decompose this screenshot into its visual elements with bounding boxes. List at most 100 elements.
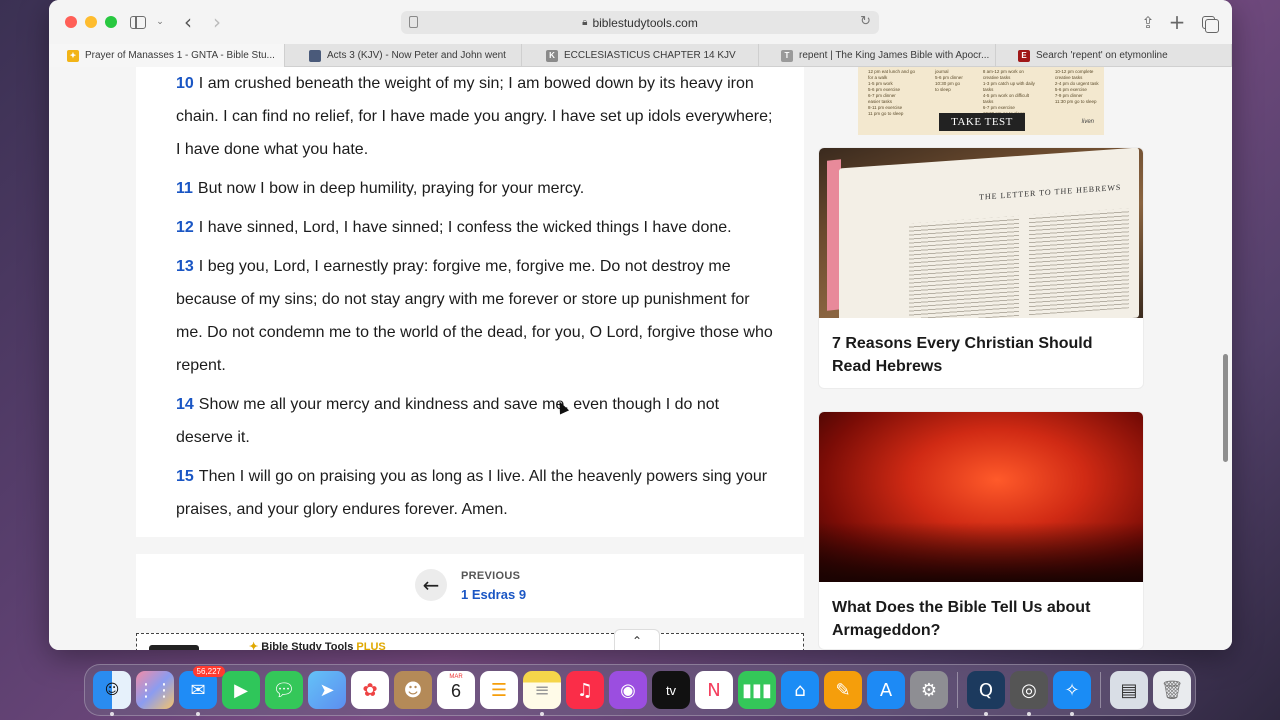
notes-icon[interactable]: ≡	[523, 671, 561, 716]
promo-brand: Bible Study Tools	[261, 641, 354, 650]
dock: ☺ ⋮⋮ ✉ 56,227 ▶ 💬︎ ➤ ✿ ☻ MAR 6 ☰ ≡ ♫ ◉ tv…	[84, 664, 1196, 716]
verse-number-link[interactable]: 12	[176, 219, 194, 236]
previous-chapter-link[interactable]: 1 Esdras 9	[461, 587, 526, 602]
mail-icon[interactable]: ✉ 56,227	[179, 666, 225, 716]
maps-icon[interactable]: ➤	[308, 671, 346, 709]
k-favicon-icon: K	[546, 49, 558, 62]
bible-text-column	[909, 215, 1019, 318]
bible-heading: THE LETTER TO THE HEBREWS	[979, 182, 1122, 202]
article-card[interactable]: What Does the Bible Tell Us about Armage…	[818, 411, 1144, 650]
pages-icon[interactable]: ✎	[824, 671, 862, 709]
zoom-window-button[interactable]	[105, 16, 117, 28]
tab-acts-3[interactable]: Acts 3 (KJV) - Now Peter and John went	[285, 44, 522, 67]
verse-number-link[interactable]: 15	[176, 468, 194, 485]
verse-number-link[interactable]: 10	[176, 75, 194, 92]
calendar-month: MAR	[449, 674, 463, 680]
calendar-day: 6	[450, 681, 461, 701]
ad-column-3: 8 am-12 pm work on creative tasks 1-3 pm c…	[982, 69, 1035, 116]
verse-number-link[interactable]: 11	[176, 180, 193, 197]
tab-prayer-of-manasses[interactable]: ✦ Prayer of Manasses 1 - GNTA - Bible St…	[49, 44, 285, 67]
previous-label: PREVIOUS	[461, 570, 521, 582]
contacts-icon[interactable]: ☻	[394, 671, 432, 709]
quicktime-icon[interactable]: Q	[967, 671, 1005, 716]
forward-button[interactable]: ›	[206, 10, 228, 34]
star-icon: ✦	[249, 641, 262, 650]
advertisement[interactable]: 12 pm eat lunch and go for a walk 1-5 pm w…	[858, 67, 1104, 135]
bible-text-column	[1029, 208, 1129, 316]
scroll-to-top-button[interactable]: ⌃	[614, 629, 660, 650]
address-bar[interactable]: 🔒︎ biblestudytools.com ↻	[401, 11, 879, 34]
sidebar-toggle-icon[interactable]	[127, 12, 149, 32]
bible-pages: THE LETTER TO THE HEBREWS	[839, 148, 1139, 318]
ad-column-4: 10-12 pm complete creative tasks 2-4 pm do…	[1054, 69, 1099, 104]
etymonline-icon: E	[1018, 49, 1030, 62]
news-icon[interactable]: N	[695, 671, 733, 709]
tv-label: tv	[665, 682, 677, 698]
verse-12: 12 I have sinned, Lord, I have sinned; I …	[176, 211, 776, 244]
previous-chapter-nav[interactable]: ← PREVIOUS 1 Esdras 9	[136, 554, 804, 618]
card-title-link[interactable]: What Does the Bible Tell Us about Armage…	[832, 596, 1132, 642]
app-store-icon[interactable]: A	[867, 671, 905, 709]
screenshots-folder-icon[interactable]: ▤	[1110, 671, 1148, 709]
safari-icon[interactable]: ✧	[1053, 671, 1091, 716]
window-controls	[65, 16, 117, 28]
promo-title: ✦ Bible Study Tools PLUS	[249, 640, 386, 650]
article-card[interactable]: THE LETTER TO THE HEBREWS 7 Reasons Ever…	[818, 147, 1144, 389]
calendar-icon[interactable]: MAR 6	[437, 671, 475, 709]
card-title-link[interactable]: 7 Reasons Every Christian Should Read He…	[832, 332, 1132, 378]
back-button[interactable]: ‹	[177, 10, 199, 34]
messages-icon[interactable]: 💬︎	[265, 671, 303, 709]
image-favicon-icon	[309, 49, 321, 62]
promo-plus: PLUS	[356, 641, 386, 650]
page-content: 10 I am crushed beneath the weight of my …	[49, 67, 1232, 650]
tab-etymonline[interactable]: E Search 'repent' on etymonline	[996, 44, 1232, 67]
ad-brand-logo: liven	[1081, 119, 1094, 125]
facetime-icon[interactable]: ▶	[222, 671, 260, 709]
minimize-window-button[interactable]	[85, 16, 97, 28]
crowd-fire-image	[819, 412, 1143, 582]
dock-separator	[957, 672, 958, 708]
compressor-icon[interactable]: ◎	[1010, 671, 1048, 716]
crowd-silhouette	[819, 522, 1143, 582]
new-tab-button[interactable]: +	[1166, 10, 1188, 34]
reminders-icon[interactable]: ☰	[480, 671, 518, 709]
ad-column-1: 12 pm eat lunch and go for a walk 1-5 pm w…	[868, 69, 916, 116]
ad-schedule: 12 pm eat lunch and go for a walk 1-5 pm w…	[868, 69, 1099, 117]
vertical-scrollbar[interactable]	[1223, 354, 1228, 462]
verse-text: But now I bow in deep humility, praying …	[197, 180, 585, 197]
launchpad-icon[interactable]: ⋮⋮	[136, 671, 174, 709]
verse-text: Then I will go on praising you as long a…	[176, 468, 768, 518]
chevron-down-icon[interactable]: ⌄	[149, 12, 171, 32]
photos-icon[interactable]: ✿	[351, 671, 389, 709]
keynote-icon[interactable]: ⌂	[781, 671, 819, 709]
close-window-button[interactable]	[65, 16, 77, 28]
numbers-icon[interactable]: ▮▮▮	[738, 671, 776, 709]
finder-icon[interactable]: ☺	[93, 671, 131, 716]
verse-15: 15 Then I will go on praising you as long…	[176, 460, 776, 526]
tab-title: Prayer of Manasses 1 - GNTA - Bible Stu.…	[85, 50, 275, 61]
bible-study-tools-icon: ✦	[67, 49, 79, 62]
verse-text: Show me all your mercy and kindness and …	[176, 396, 720, 446]
verse-13: 13 I beg you, Lord, I earnestly pray: for…	[176, 250, 776, 382]
verse-number-link[interactable]: 14	[176, 396, 194, 413]
open-bible-image: THE LETTER TO THE HEBREWS	[819, 148, 1143, 318]
scripture-article: 10 I am crushed beneath the weight of my …	[136, 67, 804, 537]
verse-text: I beg you, Lord, I earnestly pray: forgi…	[176, 258, 773, 374]
system-settings-icon[interactable]: ⚙	[910, 671, 948, 709]
tab-title: ECCLESIASTICUS CHAPTER 14 KJV	[564, 50, 736, 61]
tab-repent-kjv[interactable]: T repent | The King James Bible with Apo…	[759, 44, 996, 67]
podcasts-icon[interactable]: ◉	[609, 671, 647, 709]
promo-badge	[149, 645, 199, 650]
dock-separator	[1100, 672, 1101, 708]
apple-tv-icon[interactable]: tv	[652, 671, 690, 709]
trash-icon[interactable]: 🗑︎	[1153, 671, 1191, 709]
tab-title: repent | The King James Bible with Apocr…	[799, 50, 990, 61]
music-icon[interactable]: ♫	[566, 671, 604, 709]
reload-icon[interactable]: ↻	[860, 14, 871, 29]
take-test-button[interactable]: TAKE TEST	[939, 113, 1025, 131]
verse-number-link[interactable]: 13	[176, 258, 194, 275]
share-icon[interactable]: ⇪	[1137, 12, 1159, 32]
tab-overview-icon[interactable]	[1197, 12, 1219, 33]
arrow-left-icon[interactable]: ←	[415, 569, 447, 601]
tab-ecclesiasticus[interactable]: K ECCLESIASTICUS CHAPTER 14 KJV	[522, 44, 759, 67]
